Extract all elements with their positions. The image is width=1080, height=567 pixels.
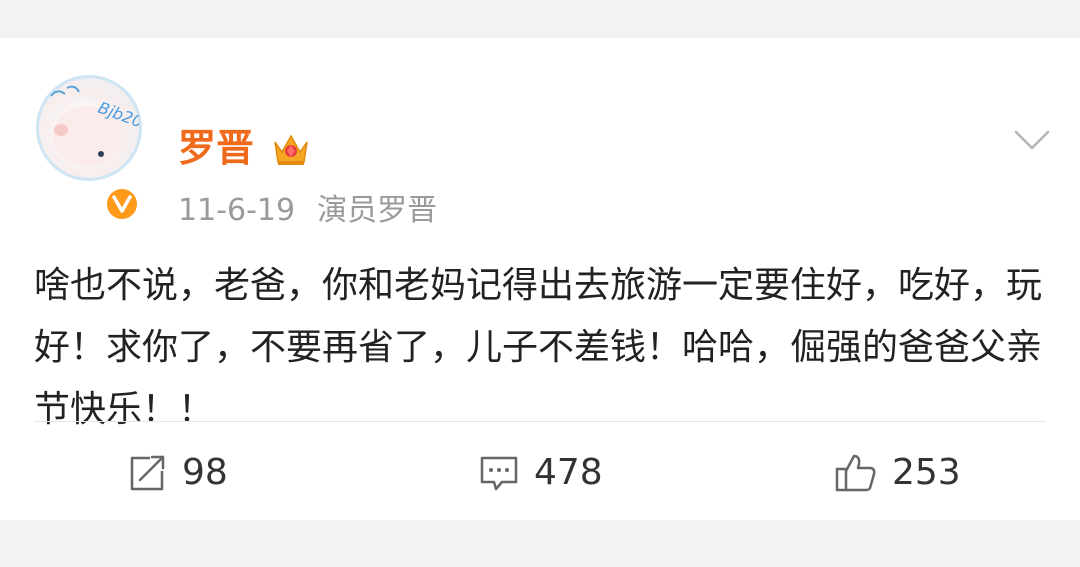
repost-button[interactable]: 98: [126, 451, 228, 495]
repost-count: 98: [182, 452, 228, 493]
like-button[interactable]: 253: [834, 451, 961, 495]
crown-icon[interactable]: [270, 128, 312, 170]
author-name[interactable]: 罗晋: [178, 126, 254, 170]
top-separator: [0, 0, 1080, 38]
verified-badge: [104, 186, 140, 222]
thumbs-up-icon: [835, 454, 876, 492]
avatar[interactable]: Bjb2020: [36, 75, 142, 181]
divider: [34, 421, 1046, 422]
comment-button[interactable]: 478: [478, 451, 603, 495]
comment-icon: [480, 456, 518, 491]
verified-v-icon: [112, 195, 132, 213]
chevron-down-icon[interactable]: [1013, 128, 1051, 152]
post-source: 演员罗晋: [317, 193, 438, 228]
post-date: 11-6-19: [178, 193, 296, 228]
post-meta: 11-6-19 演员罗晋: [178, 193, 437, 229]
share-out-icon: [130, 455, 165, 491]
avatar-image: Bjb2020: [50, 85, 139, 166]
comment-count: 478: [534, 452, 603, 493]
weibo-post-card: Bjb2020 罗晋 11-6-19 演员罗晋 啥也不说，老爸，你和老妈记得出去旅…: [0, 38, 1080, 520]
bottom-separator: [0, 520, 1080, 567]
like-count: 253: [892, 452, 961, 493]
post-body-text: 啥也不说，老爸，你和老妈记得出去旅游一定要住好，吃好，玩好！求你了，不要再省了，…: [34, 265, 1043, 430]
